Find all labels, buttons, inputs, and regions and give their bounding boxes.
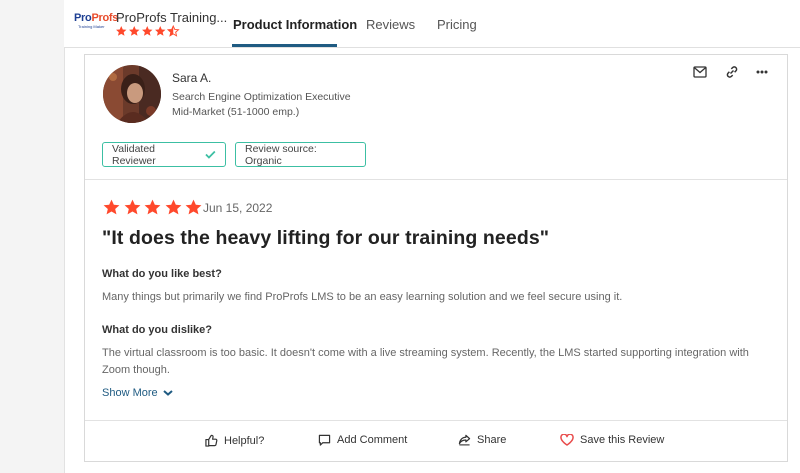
divider (85, 179, 787, 180)
heart-icon (560, 434, 574, 446)
product-rating-stars (115, 25, 180, 39)
product-header: ProProfs Training Maker ProProfs Trainin… (64, 0, 800, 48)
share-label: Share (477, 434, 507, 446)
save-review-label: Save this Review (580, 434, 665, 446)
tab-reviews[interactable]: Reviews (366, 17, 415, 32)
avatar (103, 65, 161, 123)
chevron-down-icon (162, 390, 173, 396)
tab-pricing[interactable]: Pricing (437, 17, 477, 32)
comment-icon (318, 434, 331, 446)
add-comment-button[interactable]: Add Comment (318, 434, 407, 446)
star-icon (129, 26, 140, 36)
proprofs-logo[interactable]: ProProfs Training Maker (74, 12, 118, 34)
validated-reviewer-badge: Validated Reviewer (102, 142, 226, 167)
question-label-dislike: What do you dislike? (102, 324, 213, 336)
star-icon (124, 199, 140, 215)
save-review-button[interactable]: Save this Review (560, 434, 664, 446)
tab-product-information[interactable]: Product Information (233, 17, 357, 32)
validated-reviewer-label: Validated Reviewer (112, 142, 156, 167)
star-icon (144, 199, 161, 215)
check-icon (205, 150, 216, 159)
answer-like: Many things but primarily we find ProPro… (102, 291, 623, 303)
reviewer-title: Search Engine Optimization Executive (172, 91, 351, 103)
star-icon (155, 26, 166, 36)
share-icon (458, 434, 471, 446)
product-name[interactable]: ProProfs Training... (116, 10, 227, 25)
helpful-label: Helpful? (224, 434, 265, 447)
review-date: Jun 15, 2022 (203, 201, 273, 215)
review-rating-stars (102, 198, 205, 217)
review-source-label: Review source: Organic (245, 142, 317, 167)
show-more-link[interactable]: Show More (102, 387, 173, 399)
active-tab-indicator (232, 44, 337, 47)
show-more-label: Show More (102, 387, 158, 399)
helpful-button[interactable]: Helpful? (205, 434, 264, 447)
reviewer-segment: Mid-Market (51-1000 emp.) (172, 106, 300, 118)
link-icon[interactable] (725, 65, 739, 79)
more-icon[interactable] (755, 65, 769, 79)
answer-dislike: The virtual classroom is too basic. It d… (102, 347, 749, 376)
star-icon (116, 26, 127, 36)
envelope-icon[interactable] (693, 65, 707, 79)
review-title: "It does the heavy lifting for our train… (102, 227, 550, 249)
add-comment-label: Add Comment (337, 434, 408, 446)
question-label-like: What do you like best? (102, 268, 222, 280)
star-icon (142, 26, 153, 36)
half-star-icon (167, 25, 180, 37)
star-icon (103, 199, 120, 215)
star-icon (165, 199, 181, 215)
star-icon (185, 199, 202, 215)
reviewer-name: Sara A. (172, 71, 212, 85)
left-rail (0, 0, 65, 473)
review-source-badge: Review source: Organic (235, 142, 366, 167)
review-card: Sara A. Search Engine Optimization Execu… (84, 54, 788, 462)
divider (85, 420, 787, 421)
share-button[interactable]: Share (458, 434, 506, 446)
thumbs-up-icon (205, 434, 218, 447)
